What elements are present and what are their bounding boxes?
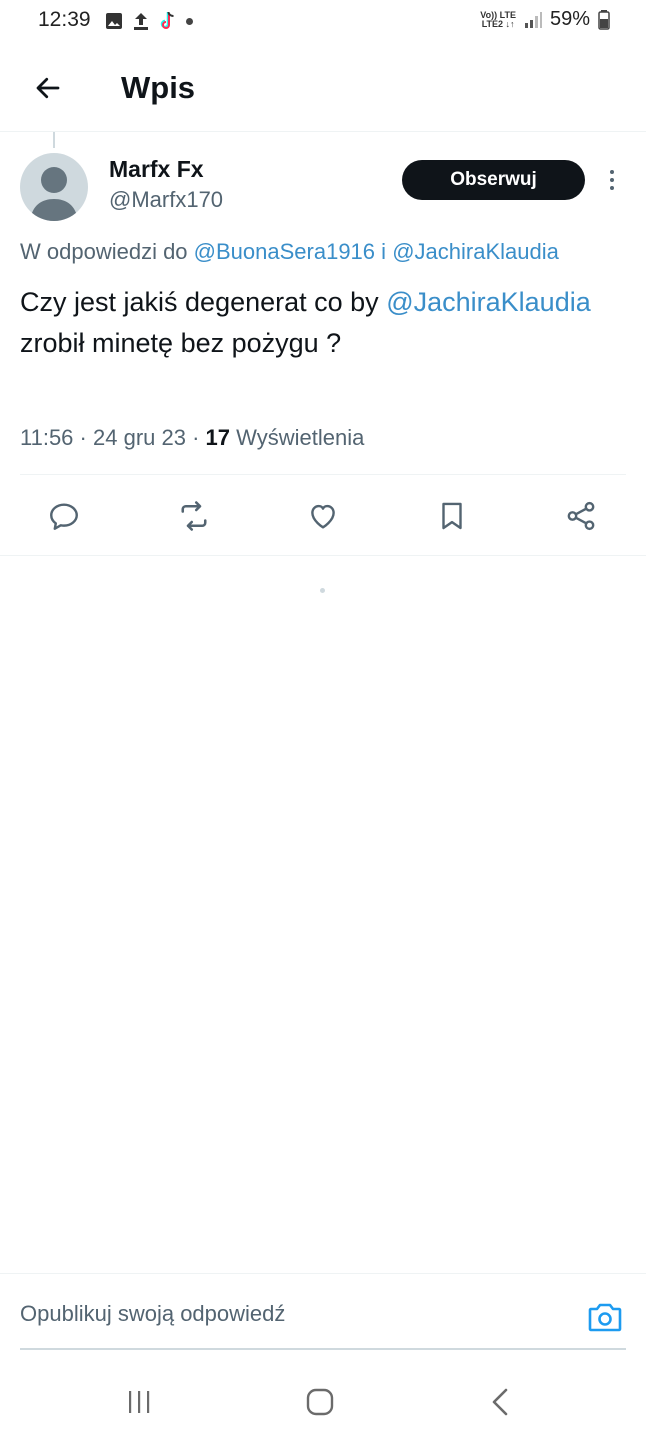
signal-icon: [524, 11, 542, 28]
loading-indicator: [320, 588, 325, 593]
author-name[interactable]: Marfx Fx: [109, 156, 204, 183]
upload-icon: [134, 13, 148, 30]
replying-to: W odpowiedzi do @BuonaSera1916 i @Jachir…: [20, 239, 559, 265]
share-icon: [567, 501, 595, 531]
tweet-date: 24 gru 23: [93, 425, 186, 450]
like-button[interactable]: [301, 494, 345, 538]
follow-button[interactable]: Obserwuj: [402, 160, 585, 200]
avatar[interactable]: [20, 153, 88, 221]
retweet-button[interactable]: [172, 494, 216, 538]
system-back-button[interactable]: [480, 1382, 520, 1422]
home-button[interactable]: [300, 1382, 340, 1422]
reply-input[interactable]: [20, 1294, 560, 1334]
share-button[interactable]: [559, 494, 603, 538]
recents-icon: [129, 1391, 150, 1413]
camera-icon: [588, 1303, 622, 1332]
author-handle[interactable]: @Marfx170: [109, 187, 223, 213]
divider: [20, 474, 626, 475]
page-title: Wpis: [121, 70, 196, 105]
replying-user-link[interactable]: @BuonaSera1916: [194, 239, 375, 264]
tweet-text: Czy jest jakiś degenerat co by @JachiraK…: [20, 282, 620, 364]
divider: [0, 555, 646, 556]
retweet-icon: [181, 501, 207, 531]
home-icon: [306, 1388, 334, 1416]
more-options-icon[interactable]: [600, 166, 624, 194]
status-notification-icons: [104, 10, 193, 32]
views-label[interactable]: Wyświetlenia: [236, 425, 364, 450]
battery-icon: [598, 9, 610, 30]
composer-divider: [0, 1273, 646, 1274]
dot-icon: [186, 17, 193, 25]
back-button[interactable]: [26, 66, 70, 110]
like-icon: [311, 504, 335, 529]
status-right: Vo)) LTE LTE2 ↓↑ 59%: [480, 8, 610, 31]
top-app-bar: Wpis: [0, 44, 646, 132]
network-indicator: Vo)) LTE LTE2 ↓↑: [480, 9, 516, 29]
tweet-actions: [0, 494, 646, 538]
reply-button[interactable]: [42, 494, 86, 538]
recents-button[interactable]: [119, 1382, 159, 1422]
reply-icon: [50, 503, 78, 530]
battery-percent: 59%: [549, 8, 590, 30]
tweet-text-part: Czy jest jakiś degenerat co by: [20, 287, 379, 317]
system-navigation-bar: [0, 1364, 646, 1440]
default-avatar-icon: [30, 167, 78, 221]
tweet-mention-link[interactable]: @JachiraKlaudia: [386, 287, 591, 317]
composer-underline: [20, 1348, 626, 1350]
replying-prefix: W odpowiedzi do: [20, 239, 188, 264]
arrow-left-icon: [36, 77, 60, 99]
thread-connector-line: [53, 132, 55, 148]
status-time: 12:39: [38, 8, 91, 31]
tweet-text-part: zrobił minetę bez pożygu ?: [20, 328, 342, 358]
image-icon: [106, 13, 122, 29]
views-count: 17: [205, 425, 231, 450]
replying-user-link[interactable]: @JachiraKlaudia: [392, 239, 559, 264]
status-bar: 12:39 Vo)) LTE LTE2 ↓↑ 59%: [0, 0, 646, 44]
bookmark-button[interactable]: [430, 494, 474, 538]
camera-button[interactable]: [587, 1300, 623, 1334]
bookmark-icon: [442, 502, 462, 530]
tiktok-icon: [160, 11, 174, 29]
replying-join: i: [381, 239, 387, 264]
back-icon: [492, 1388, 508, 1416]
tweet-meta: 11:56 · 24 gru 23 · 17 Wyświetlenia: [20, 425, 365, 450]
tweet-time: 11:56: [20, 425, 74, 450]
